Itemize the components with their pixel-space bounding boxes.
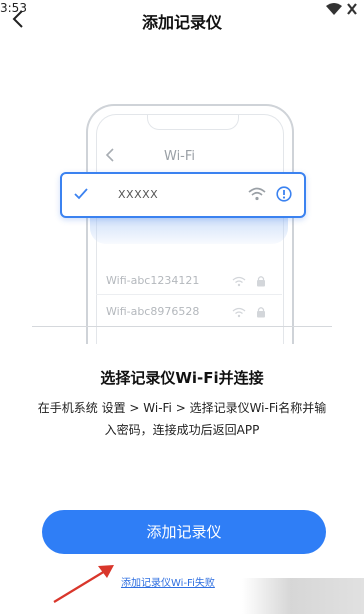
selected-network-name: XXXXX <box>118 188 159 201</box>
wifi-icon <box>232 276 246 287</box>
illustration-screen-title: Wi-Fi <box>164 149 196 164</box>
add-recorder-button[interactable]: 添加记录仪 <box>42 510 326 554</box>
instruction-text: 在手机系统 设置 > Wi-Fi > 选择记录仪Wi-Fi名称并输 入密码，连接… <box>20 397 344 441</box>
illustration-back-icon <box>105 148 114 162</box>
wifi-icon <box>232 307 246 318</box>
page-title: 添加记录仪 <box>141 13 222 32</box>
illustration-base-line <box>32 326 332 327</box>
network-name: Wifi-abc8976528 <box>106 305 200 318</box>
info-icon <box>276 186 292 202</box>
phone-notch <box>147 115 239 130</box>
selected-network-card: XXXXX <box>60 172 306 218</box>
screen: 3:53 添加记录仪 Wi-Fi XXXXX Wifi-abc1234121 W… <box>0 0 364 614</box>
wifi-add-failed-link[interactable]: 添加记录仪Wi-Fi失败 <box>121 574 215 589</box>
corner-shade <box>242 578 364 614</box>
lock-icon <box>257 307 265 318</box>
checkmark-icon <box>74 188 88 200</box>
instruction-title: 选择记录仪Wi-Fi并连接 <box>100 369 264 387</box>
network-row: Wifi-abc8976528 <box>96 302 286 326</box>
instruction-line-2: 入密码，连接成功后返回APP <box>104 423 260 437</box>
wifi-icon <box>248 187 266 201</box>
network-divider <box>96 294 282 295</box>
network-row: Wifi-abc1234121 <box>96 271 286 295</box>
lock-icon <box>257 276 265 287</box>
instruction-line-1: 在手机系统 设置 > Wi-Fi > 选择记录仪Wi-Fi名称并输 <box>37 401 327 415</box>
network-name: Wifi-abc1234121 <box>106 274 200 287</box>
annotation-arrow-icon <box>53 565 114 603</box>
